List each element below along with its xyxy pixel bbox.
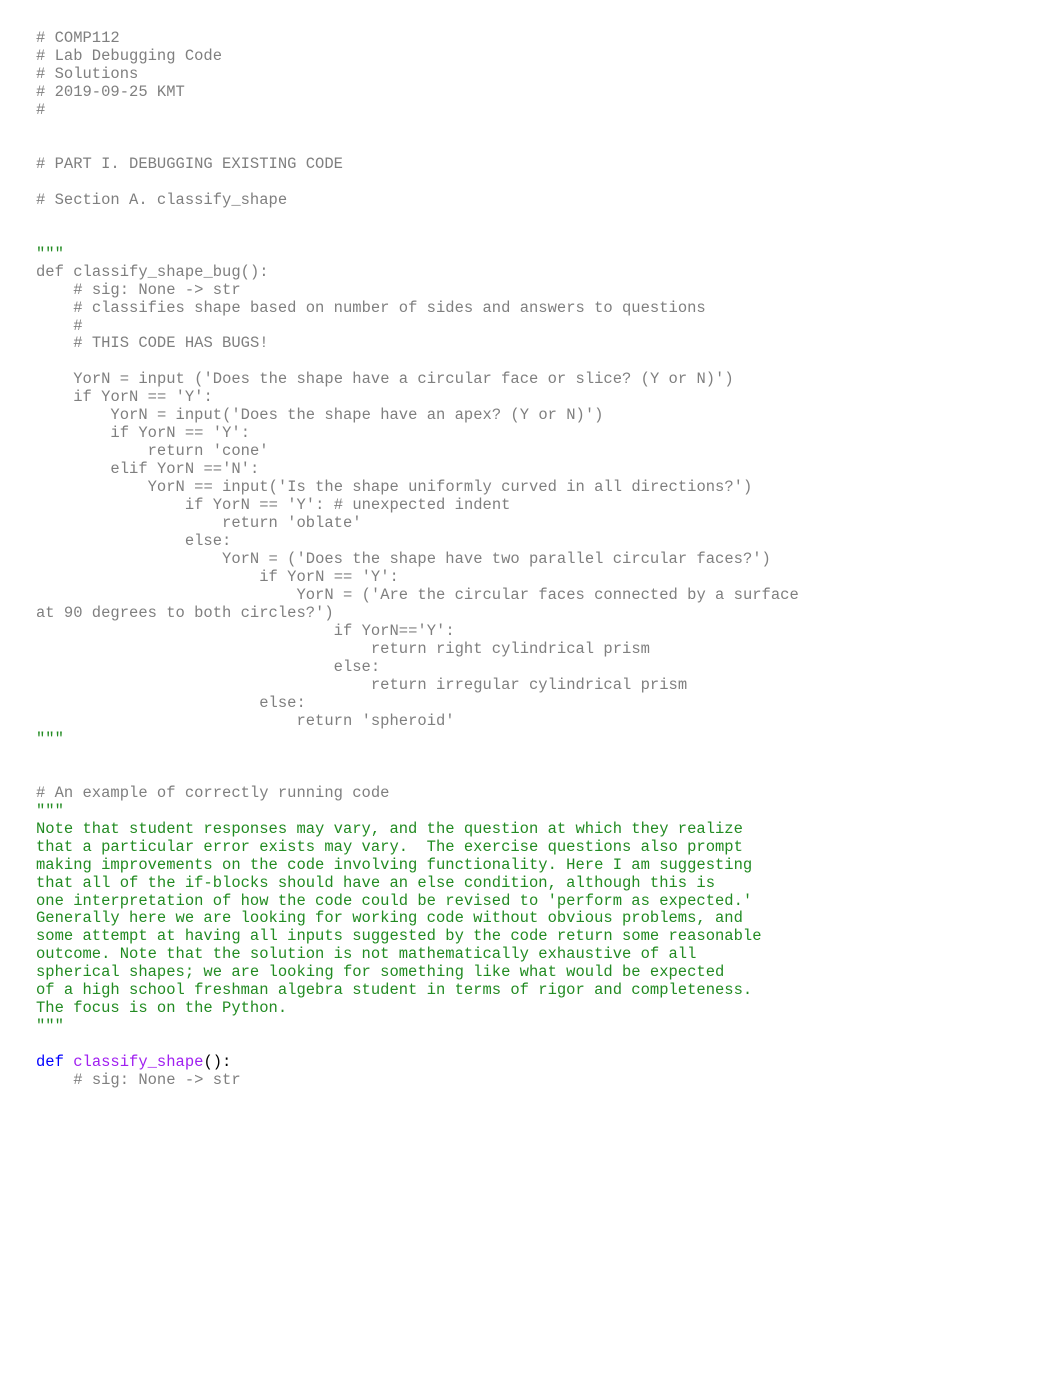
code-line: YorN = input ('Does the shape have a cir… bbox=[36, 370, 734, 388]
code-line: return 'cone' bbox=[36, 442, 269, 460]
code-line: at 90 degrees to both circles?') bbox=[36, 604, 334, 622]
comment-line: # Solutions bbox=[36, 65, 138, 83]
note-line: that all of the if-blocks should have an… bbox=[36, 874, 715, 892]
code-line: else: bbox=[36, 658, 380, 676]
comment-line: # Lab Debugging Code bbox=[36, 47, 222, 65]
code-line: else: bbox=[36, 532, 231, 550]
comment-line: # THIS CODE HAS BUGS! bbox=[36, 334, 269, 352]
code-line: def classify_shape(): bbox=[36, 1053, 231, 1071]
code-line: if YorN == 'Y': bbox=[36, 424, 250, 442]
docstring-open: """ bbox=[36, 802, 64, 820]
note-line: The focus is on the Python. bbox=[36, 999, 287, 1017]
code-line: return 'spheroid' bbox=[36, 712, 455, 730]
comment-line: # bbox=[36, 101, 45, 119]
comment-line: # 2019-09-25 KMT bbox=[36, 83, 185, 101]
code-line: YorN = ('Does the shape have two paralle… bbox=[36, 550, 771, 568]
code-line: return right cylindrical prism bbox=[36, 640, 650, 658]
code-line: return 'oblate' bbox=[36, 514, 362, 532]
comment-line: # bbox=[36, 317, 83, 335]
code-line: if YorN == 'Y': bbox=[36, 568, 399, 586]
code-line: YorN == input('Is the shape uniformly cu… bbox=[36, 478, 752, 496]
comment-line: # An example of correctly running code bbox=[36, 784, 389, 802]
note-line: Generally here we are looking for workin… bbox=[36, 909, 743, 927]
note-line: making improvements on the code involvin… bbox=[36, 856, 752, 874]
comment-line: # sig: None -> str bbox=[36, 281, 241, 299]
code-line: if YorN == 'Y': # unexpected indent bbox=[36, 496, 510, 514]
note-line: one interpretation of how the code could… bbox=[36, 892, 752, 910]
note-line: spherical shapes; we are looking for som… bbox=[36, 963, 724, 981]
keyword-def: def bbox=[36, 1053, 64, 1071]
code-line: return irregular cylindrical prism bbox=[36, 676, 687, 694]
code-line: if YorN == 'Y': bbox=[36, 388, 213, 406]
code-line: else: bbox=[36, 694, 306, 712]
comment-line: # Section A. classify_shape bbox=[36, 191, 287, 209]
note-line: that a particular error exists may vary.… bbox=[36, 838, 743, 856]
note-line: of a high school freshman algebra studen… bbox=[36, 981, 752, 999]
code-document: # COMP112 # Lab Debugging Code # Solutio… bbox=[0, 0, 1062, 1120]
docstring-close: """ bbox=[36, 1017, 64, 1035]
code-line: if YorN=='Y': bbox=[36, 622, 455, 640]
note-line: some attempt at having all inputs sugges… bbox=[36, 927, 762, 945]
comment-line: # COMP112 bbox=[36, 29, 120, 47]
note-line: outcome. Note that the solution is not m… bbox=[36, 945, 696, 963]
function-name: classify_shape bbox=[73, 1053, 203, 1071]
docstring-open: """ bbox=[36, 245, 64, 263]
docstring-close: """ bbox=[36, 730, 64, 748]
note-line: Note that student responses may vary, an… bbox=[36, 820, 743, 838]
code-line: YorN = ('Are the circular faces connecte… bbox=[36, 586, 799, 604]
code-line: elif YorN =='N': bbox=[36, 460, 259, 478]
comment-line: # sig: None -> str bbox=[36, 1071, 241, 1089]
code-line: YorN = input('Does the shape have an ape… bbox=[36, 406, 603, 424]
comment-line: # classifies shape based on number of si… bbox=[36, 299, 706, 317]
code-line: def classify_shape_bug(): bbox=[36, 263, 269, 281]
comment-line: # PART I. DEBUGGING EXISTING CODE bbox=[36, 155, 343, 173]
